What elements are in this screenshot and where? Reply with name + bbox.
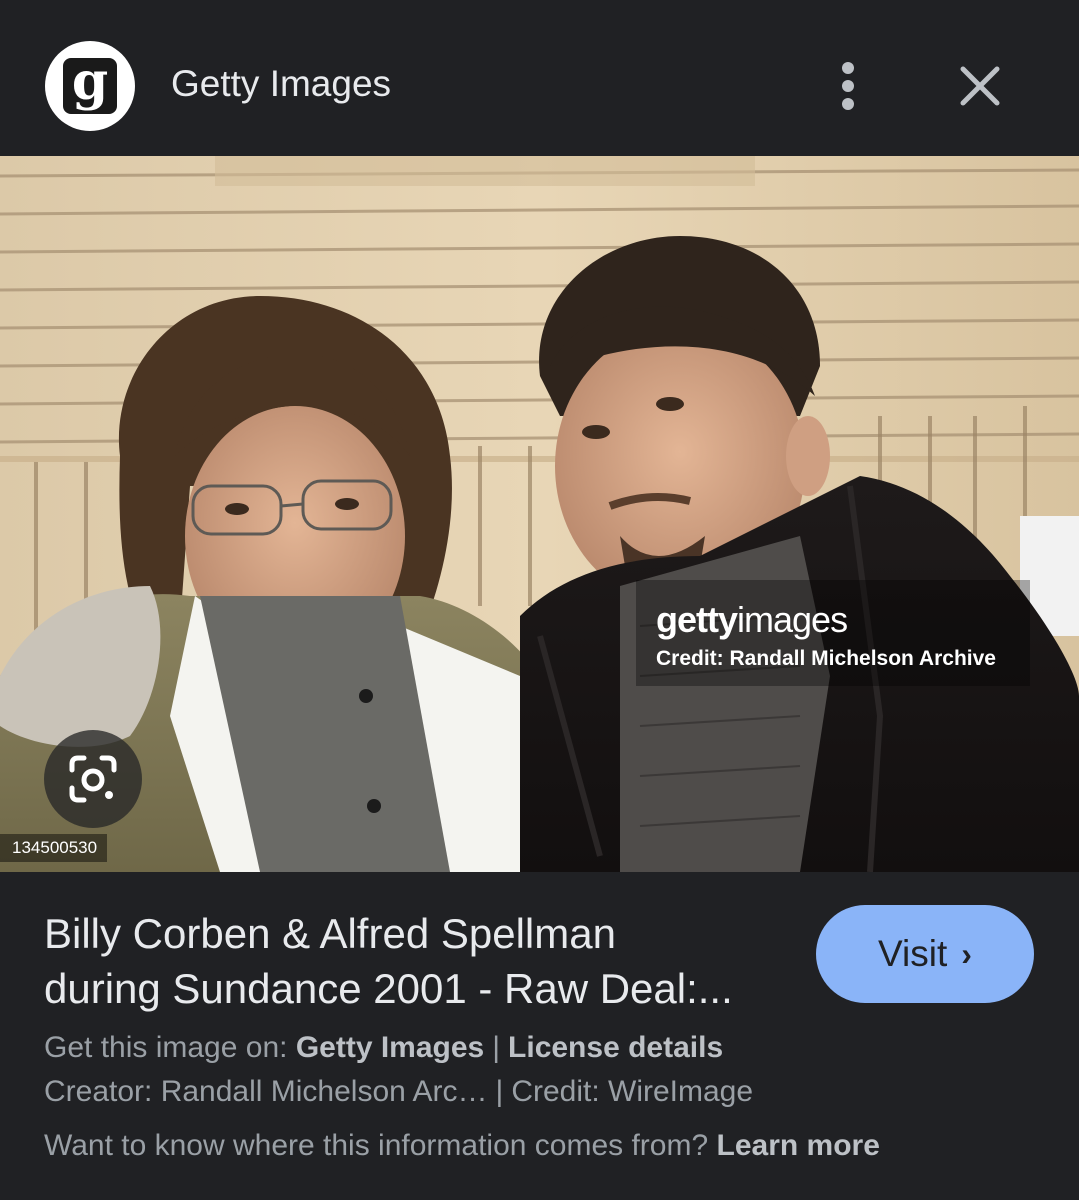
creator-line: Creator: Randall Michelson Arc… | Credit: … [44, 1073, 753, 1111]
more-vert-icon-dot [842, 80, 854, 92]
title-line-1: Billy Corben & Alfred Spellman [44, 910, 616, 957]
chevron-right-icon: › [961, 936, 972, 972]
source-line: Get this image on: Getty Images | License … [44, 1029, 723, 1067]
separator: | [492, 1031, 501, 1064]
visit-label: Visit [878, 933, 948, 974]
watermark: gettyimages Credit: Randall Michelson Ar… [636, 580, 1030, 686]
separator: | [495, 1075, 504, 1108]
result-header: g Getty Images [0, 0, 1079, 156]
more-options-button[interactable] [824, 58, 872, 114]
getty-logo-icon: g [63, 56, 117, 114]
result-image[interactable]: gettyimages Credit: Randall Michelson Ar… [0, 156, 1079, 872]
visit-button[interactable]: Visit › [816, 905, 1034, 1003]
info-question: Want to know where this information come… [44, 1129, 709, 1162]
photo-scene [0, 156, 1079, 872]
license-details-link[interactable]: License details [508, 1031, 723, 1064]
credit-text: Credit: WireImage [511, 1075, 754, 1108]
creator-text: Creator: Randall Michelson Arc… [44, 1075, 488, 1108]
google-lens-icon [69, 755, 117, 803]
watermark-logo: gettyimages [656, 599, 848, 640]
lens-search-button[interactable] [44, 730, 142, 828]
close-icon [960, 66, 1000, 106]
title-line-2: during Sundance 2001 - Raw Deal:... [44, 965, 733, 1012]
result-title[interactable]: Billy Corben & Alfred Spellman during Su… [44, 906, 784, 1016]
close-button[interactable] [950, 56, 1010, 116]
watermark-credit: Credit: Randall Michelson Archive [656, 647, 996, 670]
image-id-label: 134500530 [0, 834, 108, 862]
site-name[interactable]: Getty Images [171, 62, 391, 106]
info-source-line: Want to know where this information come… [44, 1127, 880, 1165]
source-link[interactable]: Getty Images [296, 1031, 484, 1064]
source-prefix: Get this image on: [44, 1031, 288, 1064]
learn-more-link[interactable]: Learn more [717, 1129, 880, 1162]
more-vert-icon-dot [842, 98, 854, 110]
site-logo[interactable]: g [45, 41, 135, 131]
more-vert-icon [842, 62, 854, 74]
